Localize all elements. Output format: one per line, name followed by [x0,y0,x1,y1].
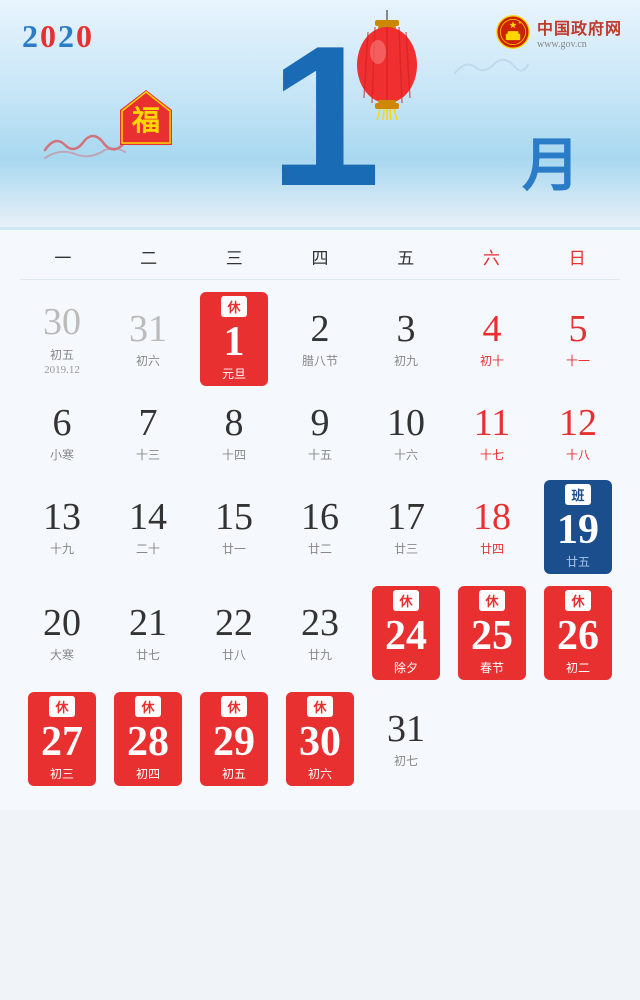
cal-day-28: 休 28 初四 [106,688,190,790]
cloud-left-decoration [40,130,130,168]
gov-logo: 中国政府网 www.gov.cn [495,14,622,50]
cal-day-31: 31 初七 [364,688,448,790]
holiday-1: 休 1 元旦 [200,292,268,386]
cal-day-12: 12 十八 [536,394,620,472]
cal-day-17: 17 廿三 [364,476,448,578]
cal-day-19: 班 19 廿五 [536,476,620,578]
workday-19: 班 19 廿五 [544,480,612,574]
cal-day-30-prev: 30 初五 2019.12 [20,288,104,390]
calendar-section: 一 二 三 四 五 六 日 30 初五 2019.12 31 初六 休 1 元旦 [0,230,640,810]
weekday-mon: 一 [20,244,106,269]
weekday-sat: 六 [449,244,535,269]
weekday-thu: 四 [277,244,363,269]
cal-day-30: 休 30 初六 [278,688,362,790]
gov-text: 中国政府网 www.gov.cn [537,15,622,50]
cloud-right-decoration [450,55,530,86]
weekday-wed: 三 [191,244,277,269]
holiday-27: 休 27 初三 [28,692,96,786]
gov-emblem-icon [495,14,531,50]
lantern-decoration [350,10,425,125]
holiday-29: 休 29 初五 [200,692,268,786]
calendar-header: 2020 中国政府网 www.gov.cn 1 [0,0,640,230]
holiday-28: 休 28 初四 [114,692,182,786]
cal-day-1: 休 1 元旦 [192,288,276,390]
weekday-tue: 二 [106,244,192,269]
holiday-25: 休 25 春节 [458,586,526,680]
cal-day-4: 4 初十 [450,288,534,390]
cal-day-25: 休 25 春节 [450,582,534,684]
cal-day-2: 2 腊八节 [278,288,362,390]
cal-day-24: 休 24 除夕 [364,582,448,684]
cal-day-3: 3 初九 [364,288,448,390]
cal-day-13: 13 十九 [20,476,104,578]
cal-day-5: 5 十一 [536,288,620,390]
cal-day-10: 10 十六 [364,394,448,472]
year-logo: 2020 [22,18,94,55]
holiday-24: 休 24 除夕 [372,586,440,680]
cal-day-18: 18 廿四 [450,476,534,578]
gov-url-text: www.gov.cn [537,39,622,50]
cal-empty-1 [450,688,534,790]
cal-day-20: 20 大寒 [20,582,104,684]
cal-day-6: 6 小寒 [20,394,104,472]
cal-day-7: 7 十三 [106,394,190,472]
svg-text:福: 福 [131,105,160,137]
cal-day-8: 8 十四 [192,394,276,472]
cal-day-15: 15 廿一 [192,476,276,578]
cal-day-14: 14 二十 [106,476,190,578]
weekday-fri: 五 [363,244,449,269]
cal-day-11: 11 十七 [450,394,534,472]
cal-day-23: 23 廿九 [278,582,362,684]
holiday-26: 休 26 初二 [544,586,612,680]
weekday-sun: 日 [534,244,620,269]
holiday-30: 休 30 初六 [286,692,354,786]
month-yue-char: 月 [522,118,580,202]
cal-day-21: 21 廿七 [106,582,190,684]
fu-tag-decoration: 福 [120,90,172,155]
cal-day-29: 休 29 初五 [192,688,276,790]
weekday-header: 一 二 三 四 五 六 日 [20,230,620,280]
cal-day-26: 休 26 初二 [536,582,620,684]
cal-day-9: 9 十五 [278,394,362,472]
cal-day-22: 22 廿八 [192,582,276,684]
calendar-grid: 30 初五 2019.12 31 初六 休 1 元旦 2 腊八节 3 初九 [20,288,620,790]
cal-empty-2 [536,688,620,790]
cal-day-31-prev: 31 初六 [106,288,190,390]
cal-day-27: 休 27 初三 [20,688,104,790]
cal-day-16: 16 廿二 [278,476,362,578]
gov-title-text: 中国政府网 [537,15,622,39]
